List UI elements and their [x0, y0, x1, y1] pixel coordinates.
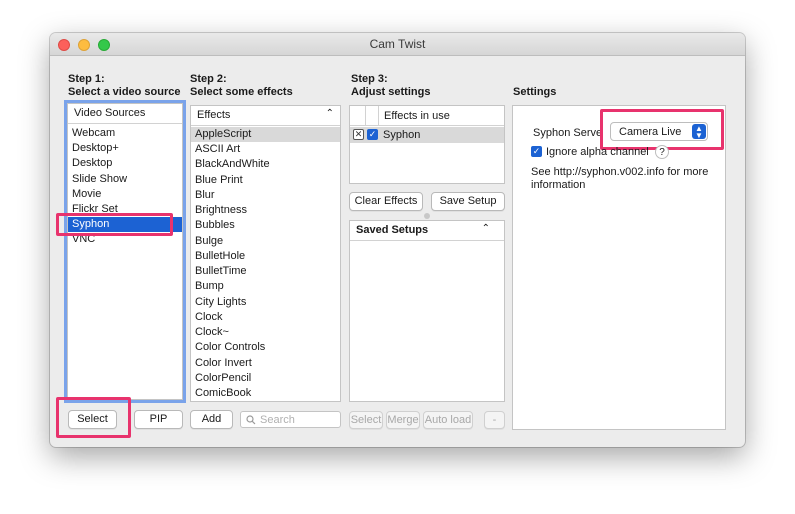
camtwist-window: Cam Twist Step 1: Select a video source … — [50, 33, 745, 447]
syphon-highlight — [56, 213, 173, 236]
save-setup-button[interactable]: Save Setup — [431, 192, 505, 211]
list-item[interactable]: BulletTime — [191, 264, 340, 279]
step1-label: Step 1: — [68, 73, 105, 85]
effects-header[interactable]: Effects ⌃ — [191, 106, 340, 126]
list-item[interactable]: BulletHole — [191, 249, 340, 264]
list-item[interactable]: BlackAndWhite — [191, 157, 340, 172]
chevron-up-icon: ⌃ — [325, 108, 334, 119]
saved-setups-label: Saved Setups — [356, 224, 429, 236]
effects-in-use-table[interactable]: Effects in use ✕ ✓ Syphon — [349, 105, 505, 184]
list-item[interactable]: Movie — [68, 187, 182, 202]
step3-heading: Step 3: Adjust settings — [351, 73, 430, 99]
list-item[interactable]: Bubbles — [191, 218, 340, 233]
saved-setups-header[interactable]: Saved Setups ⌃ — [350, 221, 504, 241]
column-divider — [378, 106, 379, 126]
list-item[interactable]: Blue Print — [191, 173, 340, 188]
video-sources-list[interactable]: Video Sources Webcam Desktop+ Desktop Sl… — [67, 103, 183, 400]
chevron-up-icon: ⌃ — [481, 223, 490, 234]
list-item[interactable]: ASCII Art — [191, 142, 340, 157]
list-item[interactable]: Brightness — [191, 203, 340, 218]
saved-setups-list[interactable]: Saved Setups ⌃ — [349, 220, 505, 402]
remove-setup-button[interactable]: - — [484, 411, 505, 429]
list-item[interactable]: Color Controls — [191, 340, 340, 355]
video-sources-header: Video Sources — [68, 104, 182, 124]
ignore-alpha-checkbox[interactable]: ✓ — [531, 146, 542, 157]
search-field[interactable]: Search — [240, 411, 341, 428]
effects-header-label: Effects — [197, 109, 231, 121]
help-icon[interactable]: ? — [655, 145, 669, 159]
list-item[interactable]: Webcam — [68, 126, 182, 141]
column-divider — [365, 106, 366, 126]
list-item[interactable]: Clock~ — [191, 325, 340, 340]
step1-title: Select a video source — [68, 86, 181, 98]
syphon-info-text: See http://syphon.v002.info for more inf… — [531, 166, 709, 191]
list-item[interactable]: Bump — [191, 279, 340, 294]
step3-title: Adjust settings — [351, 86, 431, 98]
list-item[interactable]: AppleScript — [191, 127, 340, 142]
enabled-checkbox[interactable]: ✓ — [367, 129, 378, 140]
step3-label: Step 3: — [351, 73, 388, 85]
effects-list[interactable]: Effects ⌃ AppleScript ASCII Art BlackAnd… — [190, 105, 341, 402]
search-icon — [246, 415, 256, 425]
title-bar: Cam Twist — [50, 33, 745, 56]
camera-live-highlight — [600, 109, 724, 150]
select-button-highlight — [56, 397, 131, 438]
select-setup-button[interactable]: Select — [349, 411, 383, 429]
window-title: Cam Twist — [369, 37, 426, 51]
list-item[interactable]: ComicBook — [191, 386, 340, 401]
settings-heading: Settings — [513, 86, 557, 98]
step2-title: Select some effects — [190, 86, 293, 98]
list-item[interactable]: Desktop — [68, 156, 182, 171]
list-item[interactable]: ColorPencil — [191, 371, 340, 386]
list-item[interactable]: City Lights — [191, 295, 340, 310]
list-item[interactable]: Bulge — [191, 234, 340, 249]
list-item[interactable]: Slide Show — [68, 172, 182, 187]
step2-label: Step 2: — [190, 73, 227, 85]
search-placeholder: Search — [260, 414, 295, 426]
merge-button[interactable]: Merge — [386, 411, 420, 429]
list-item[interactable]: Desktop+ — [68, 141, 182, 156]
list-item[interactable]: Color Invert — [191, 356, 340, 371]
ignore-alpha-label: Ignore alpha channel — [546, 146, 649, 158]
settings-panel: Syphon Serve Camera Live ▲ ▼ ✓ Ignore alp… — [512, 105, 726, 430]
splitter-handle[interactable] — [424, 213, 430, 219]
pip-button[interactable]: PIP — [134, 410, 183, 429]
effects-in-use-label: Effects in use — [384, 110, 450, 122]
auto-load-button[interactable]: Auto load — [423, 411, 473, 429]
list-item[interactable]: Blur — [191, 188, 340, 203]
list-item[interactable]: Clock — [191, 310, 340, 325]
table-row[interactable]: ✕ ✓ Syphon — [350, 127, 504, 143]
remove-effect-icon[interactable]: ✕ — [353, 129, 364, 140]
add-effect-button[interactable]: Add — [190, 410, 233, 429]
clear-effects-button[interactable]: Clear Effects — [349, 192, 423, 211]
step2-heading: Step 2: Select some effects — [190, 73, 293, 99]
step1-heading: Step 1: Select a video source — [68, 73, 181, 99]
effect-name: Syphon — [383, 129, 421, 141]
syphon-server-label: Syphon Serve — [533, 127, 603, 139]
effects-in-use-header: Effects in use — [350, 106, 504, 126]
